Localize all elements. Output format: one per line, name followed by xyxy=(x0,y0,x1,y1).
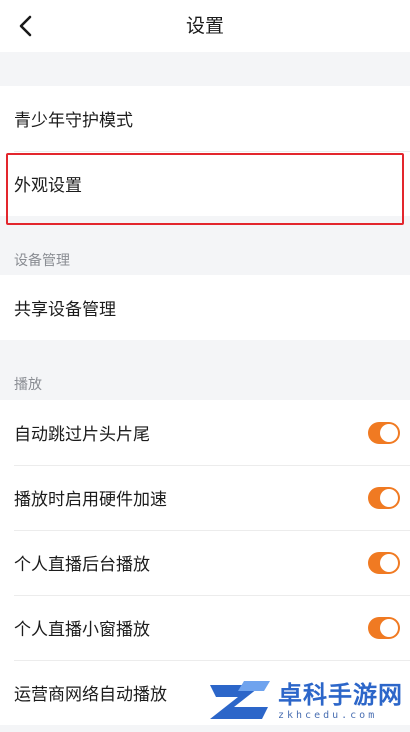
settings-item-label: 个人直播小窗播放 xyxy=(14,620,150,640)
settings-item-appearance[interactable]: 外观设置 xyxy=(0,151,410,216)
settings-item-label: 青少年守护模式 xyxy=(14,111,133,131)
settings-item-hardware-accel[interactable]: 播放时启用硬件加速 xyxy=(0,465,410,530)
settings-item-shared-devices[interactable]: 共享设备管理 xyxy=(0,275,410,340)
settings-item-live-pip[interactable]: 个人直播小窗播放 xyxy=(0,595,410,660)
settings-item-label: 外观设置 xyxy=(14,176,82,196)
watermark-logo-icon xyxy=(210,681,270,719)
settings-item-label: 共享设备管理 xyxy=(14,300,116,320)
toggle-knob xyxy=(380,488,398,507)
page-title: 设置 xyxy=(185,15,224,37)
toggle-switch[interactable] xyxy=(368,486,400,509)
toggle-switch[interactable] xyxy=(368,551,400,574)
settings-group-general: 青少年守护模式 外观设置 xyxy=(0,86,410,216)
settings-group-device: 共享设备管理 xyxy=(0,275,410,340)
toggle-switch[interactable] xyxy=(368,616,400,639)
settings-item-label: 播放时启用硬件加速 xyxy=(14,490,167,510)
back-button[interactable] xyxy=(8,8,44,44)
chevron-left-icon xyxy=(19,15,32,37)
top-bar: 设置 xyxy=(0,0,410,52)
toggle-switch[interactable] xyxy=(368,421,400,444)
toggle-knob xyxy=(380,618,398,637)
settings-item-live-background[interactable]: 个人直播后台播放 xyxy=(0,530,410,595)
settings-item-label: 运营商网络自动播放 xyxy=(14,685,167,705)
settings-item-label: 个人直播后台播放 xyxy=(14,555,150,575)
toggle-knob xyxy=(380,553,398,572)
watermark-title: 卓科手游网 xyxy=(278,680,403,709)
watermark: 卓科手游网 zkhcedu.com xyxy=(204,674,404,730)
toggle-knob xyxy=(380,423,398,442)
section-label-device: 设备管理 xyxy=(14,253,70,269)
watermark-url: zkhcedu.com xyxy=(278,710,378,721)
settings-item-youth-mode[interactable]: 青少年守护模式 xyxy=(0,86,410,151)
settings-item-skip-intro[interactable]: 自动跳过片头片尾 xyxy=(0,400,410,465)
settings-item-label: 自动跳过片头片尾 xyxy=(14,425,150,445)
section-label-playback: 播放 xyxy=(14,377,42,393)
